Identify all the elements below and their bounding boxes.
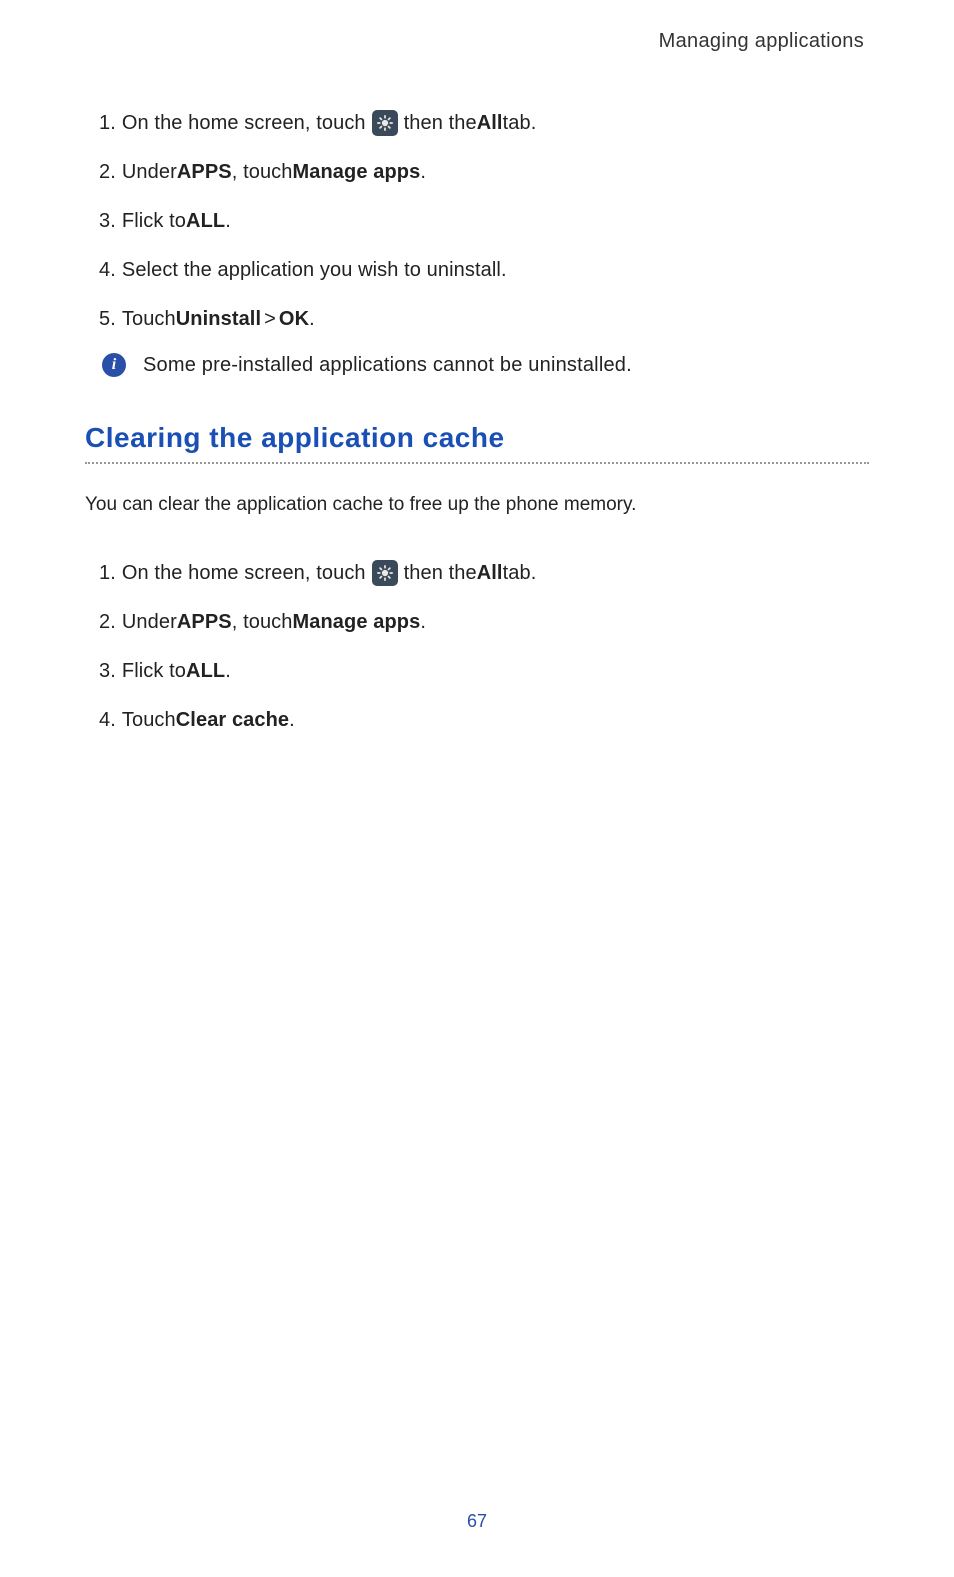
step-number: 2. [99, 157, 116, 187]
step-text: Flick to [122, 656, 186, 686]
step-3: 3. Flick to ALL . [85, 656, 869, 686]
step-bold: ALL [186, 206, 225, 236]
dotted-divider [85, 462, 869, 464]
step-1: 1. On the home screen, touch then the Al… [85, 108, 869, 138]
step-text: then the [404, 558, 477, 588]
info-note: i Some pre-installed applications cannot… [85, 353, 869, 377]
page-header: Managing applications [85, 30, 869, 53]
step-text: Touch [122, 705, 176, 735]
uninstall-steps-list: 1. On the home screen, touch then the Al… [85, 108, 869, 334]
info-icon: i [102, 353, 126, 377]
section-heading: Clearing the application cache [85, 422, 869, 454]
step-text: . [420, 607, 426, 637]
cache-steps-list: 1. On the home screen, touch then the Al… [85, 558, 869, 735]
step-bold: All [477, 558, 503, 588]
step-4: 4. Touch Clear cache . [85, 705, 869, 735]
note-text: Some pre-installed applications cannot b… [143, 354, 632, 377]
step-text: On the home screen, touch [122, 558, 366, 588]
greater-than: > [264, 304, 276, 334]
step-number: 1. [99, 108, 116, 138]
step-3: 3. Flick to ALL . [85, 206, 869, 236]
step-text: . [289, 705, 295, 735]
step-text: tab. [503, 558, 537, 588]
step-text: , touch [232, 157, 293, 187]
step-text: On the home screen, touch [122, 108, 366, 138]
step-text: . [225, 206, 231, 236]
step-bold: APPS [177, 157, 232, 187]
step-number: 3. [99, 656, 116, 686]
step-bold: Uninstall [176, 304, 261, 334]
step-text: . [225, 656, 231, 686]
step-bold: Clear cache [176, 705, 289, 735]
section-intro: You can clear the application cache to f… [85, 494, 869, 516]
step-2: 2. Under APPS , touch Manage apps . [85, 157, 869, 187]
step-text: Flick to [122, 206, 186, 236]
step-number: 3. [99, 206, 116, 236]
step-text: Select the application you wish to unins… [122, 255, 507, 285]
step-text: Touch [122, 304, 176, 334]
step-text: then the [404, 108, 477, 138]
step-text: Under [122, 157, 177, 187]
step-number: 1. [99, 558, 116, 588]
step-text: Under [122, 607, 177, 637]
step-number: 4. [99, 255, 116, 285]
step-1: 1. On the home screen, touch then the Al… [85, 558, 869, 588]
step-number: 5. [99, 304, 116, 334]
step-bold: Manage apps [293, 607, 421, 637]
settings-gear-icon [372, 110, 398, 136]
step-bold: OK [279, 304, 309, 334]
step-5: 5. Touch Uninstall > OK . [85, 304, 869, 334]
page-number: 67 [0, 1511, 954, 1532]
step-2: 2. Under APPS , touch Manage apps . [85, 607, 869, 637]
step-text: . [309, 304, 315, 334]
step-bold: Manage apps [293, 157, 421, 187]
step-text: tab. [503, 108, 537, 138]
step-text: , touch [232, 607, 293, 637]
step-bold: APPS [177, 607, 232, 637]
step-number: 2. [99, 607, 116, 637]
settings-gear-icon [372, 560, 398, 586]
step-bold: All [477, 108, 503, 138]
step-4: 4. Select the application you wish to un… [85, 255, 869, 285]
step-text: . [420, 157, 426, 187]
step-number: 4. [99, 705, 116, 735]
step-bold: ALL [186, 656, 225, 686]
